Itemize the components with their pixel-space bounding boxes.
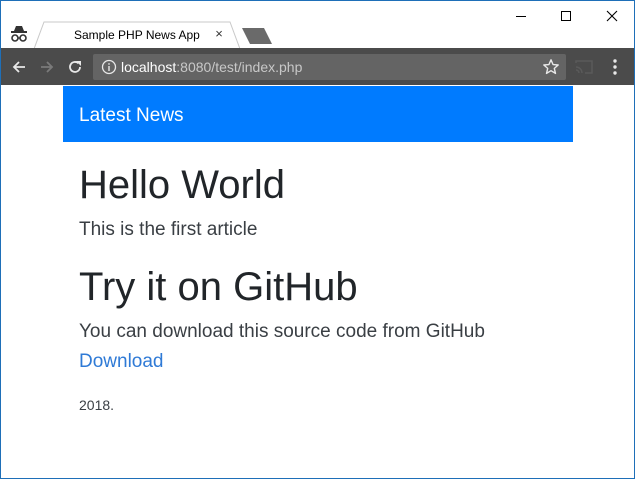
- reload-icon[interactable]: [65, 57, 85, 77]
- star-icon[interactable]: [542, 58, 560, 76]
- page-viewport: Latest News Hello World This is the firs…: [1, 85, 634, 478]
- navbar: Latest News: [63, 86, 573, 142]
- address-url: localhost:8080/test/index.php: [121, 59, 302, 75]
- tab-close-icon[interactable]: ×: [212, 26, 226, 41]
- back-arrow-icon[interactable]: [9, 57, 29, 77]
- info-icon[interactable]: [101, 59, 117, 75]
- navbar-brand[interactable]: Latest News: [79, 105, 184, 127]
- download-link[interactable]: Download: [79, 351, 164, 373]
- maximize-icon[interactable]: [543, 1, 588, 31]
- article-body: This is the first article: [79, 219, 258, 240]
- address-bar[interactable]: localhost:8080/test/index.php: [93, 54, 566, 80]
- browser-window: Sample PHP News App × localhost:8080/tes…: [0, 0, 635, 479]
- browser-toolbar: localhost:8080/test/index.php: [1, 48, 634, 85]
- tab-sample-php-news-app[interactable]: Sample PHP News App ×: [34, 21, 240, 49]
- article-body: You can download this source code from G…: [79, 321, 485, 342]
- new-tab-icon[interactable]: [240, 27, 274, 45]
- forward-arrow-icon[interactable]: [37, 57, 57, 77]
- footer-year: 2018.: [79, 397, 115, 413]
- minimize-icon[interactable]: [498, 1, 543, 31]
- article-title: Hello World: [79, 163, 285, 207]
- tab-strip: Sample PHP News App ×: [1, 1, 634, 49]
- article-title: Try it on GitHub: [79, 265, 358, 309]
- close-icon[interactable]: [589, 1, 634, 31]
- kebab-menu-icon[interactable]: [608, 58, 622, 76]
- url-path: :8080/test/index.php: [176, 59, 303, 75]
- incognito-icon: [9, 25, 29, 43]
- tab-title: Sample PHP News App: [74, 28, 200, 42]
- url-host: localhost: [121, 59, 177, 75]
- cast-icon[interactable]: [575, 59, 593, 75]
